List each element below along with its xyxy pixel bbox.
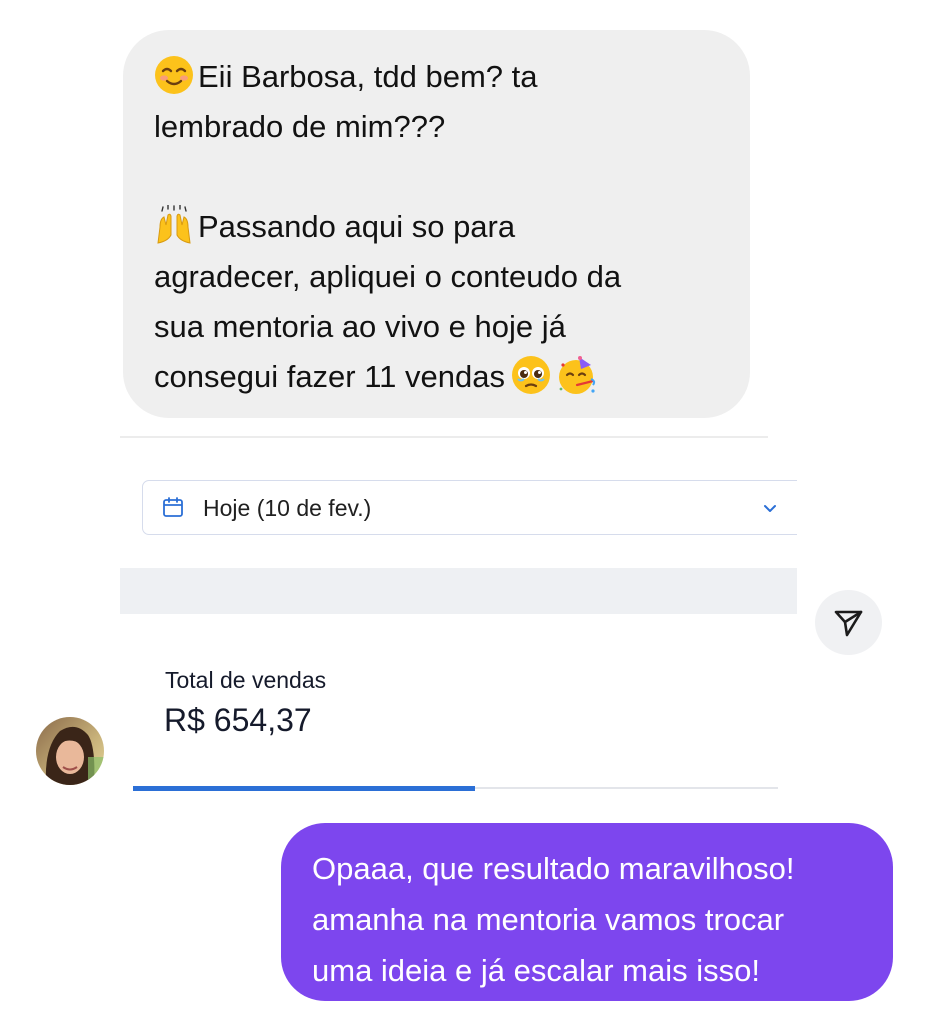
date-filter-label: Hoje (10 de fev.): [203, 495, 372, 521]
total-sales-value: R$ 654,37: [164, 702, 312, 738]
smiling-face-emoji-icon: [155, 56, 193, 94]
sales-progress-track: [133, 786, 778, 791]
incoming-paragraph-1: Eii Barbosa, tdd bem? ta lembrado de mim…: [154, 52, 726, 152]
calendar-icon: [163, 497, 183, 517]
attachment-crop-edge: [797, 440, 837, 620]
dashboard-separator-band: [120, 568, 797, 614]
chevron-down-icon[interactable]: [761, 499, 779, 517]
incoming-paragraph-1-text: Eii Barbosa, tdd bem? ta lembrado de mim…: [154, 59, 538, 144]
incoming-paragraph-2-text: Passando aqui so para agradecer, aplique…: [154, 209, 622, 394]
pleading-face-emoji-icon: [512, 356, 550, 394]
incoming-paragraph-2: Passando aqui so para agradecer, aplique…: [154, 202, 726, 402]
total-sales-label: Total de vendas: [165, 667, 327, 693]
outgoing-message-bubble: Opaaa, que resultado maravilhoso! amanha…: [281, 823, 893, 1001]
attachment-top-border: [120, 436, 768, 438]
profile-photo-icon: [36, 717, 104, 785]
date-filter-dropdown[interactable]: Hoje (10 de fev.): [142, 480, 832, 535]
incoming-message-bubble: Eii Barbosa, tdd bem? ta lembrado de mim…: [123, 30, 750, 418]
sales-progress-fill: [133, 786, 475, 791]
share-button[interactable]: [815, 590, 882, 655]
partying-face-emoji-icon: [559, 356, 596, 394]
outgoing-message-text: Opaaa, que resultado maravilhoso! amanha…: [312, 851, 795, 988]
raising-hands-emoji-icon: [157, 205, 191, 244]
send-icon: [834, 610, 863, 637]
avatar[interactable]: [36, 717, 104, 785]
